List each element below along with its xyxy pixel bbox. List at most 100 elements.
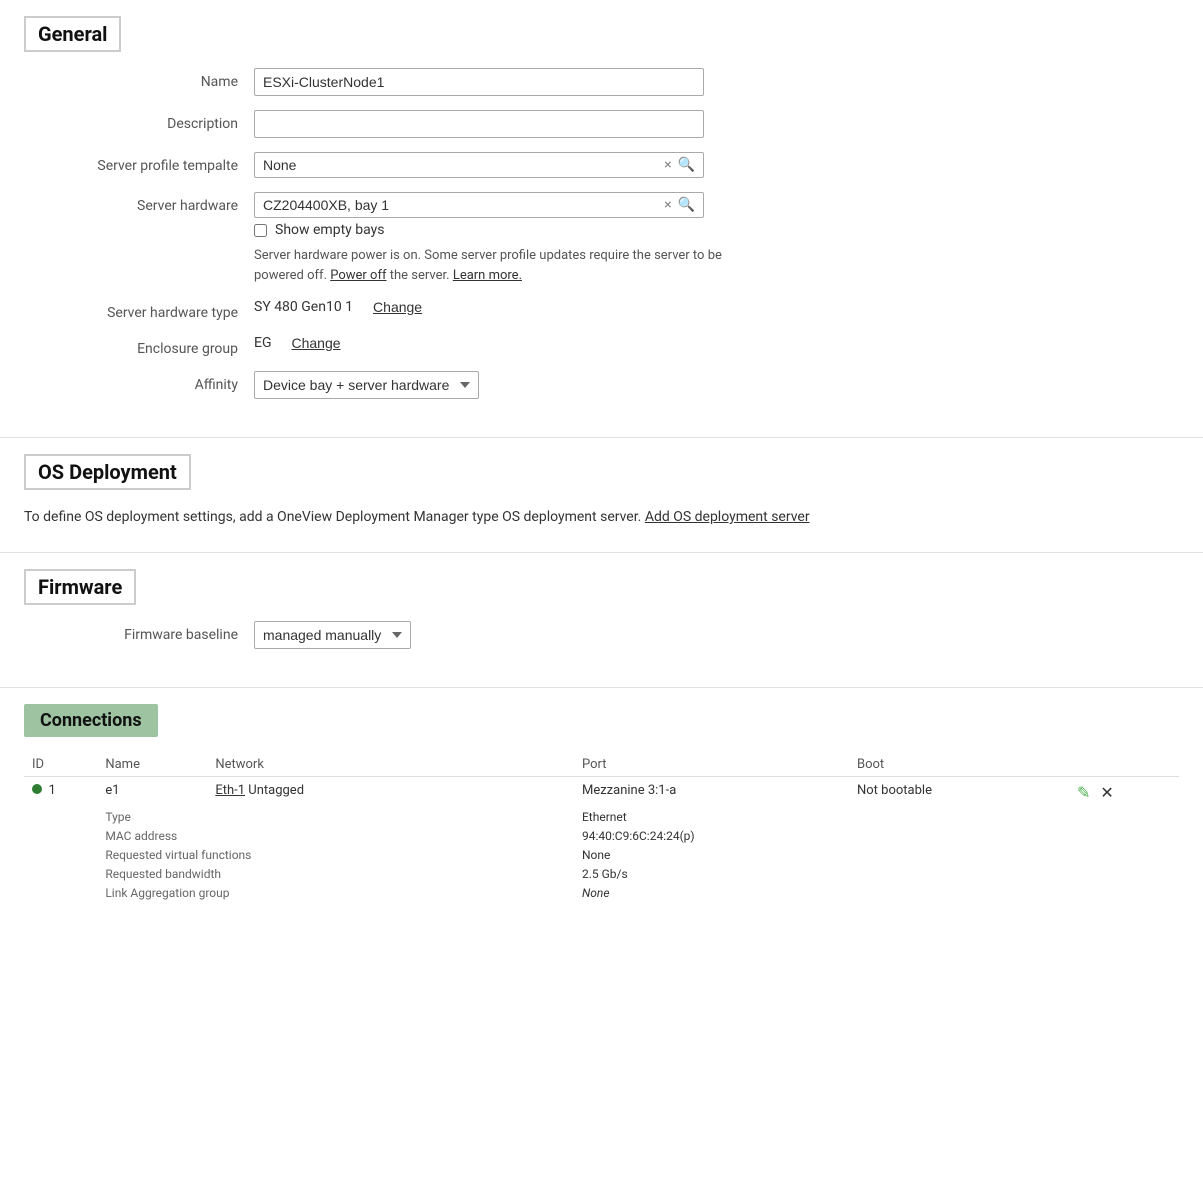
conn-network-link[interactable]: Eth-1 — [215, 783, 245, 798]
server-hardware-search-icon[interactable]: 🔍 — [678, 197, 695, 213]
name-field — [254, 68, 754, 96]
server-profile-template-clear-icon[interactable]: × — [664, 157, 671, 173]
server-hardware-type-row: Server hardware type SY 480 Gen10 1 Chan… — [24, 299, 1179, 321]
name-label: Name — [24, 68, 254, 90]
connections-table: ID Name Network Port Boot 1 e1 Eth-1 — [24, 753, 1179, 903]
enclosure-group-value-row: EG Change — [254, 335, 754, 351]
os-deployment-description: To define OS deployment settings, add a … — [24, 506, 1179, 528]
conn-network-cell: Eth-1 Untagged — [207, 777, 574, 809]
detail-value-bw: 2.5 Gb/s — [582, 867, 628, 881]
server-hardware-clear-icon[interactable]: × — [664, 197, 671, 213]
conn-actions-cell: ✎ ✕ — [1069, 777, 1179, 809]
col-header-boot: Boot — [849, 753, 1069, 777]
os-deployment-section: OS Deployment To define OS deployment se… — [0, 438, 1203, 553]
col-header-actions — [1069, 753, 1179, 777]
name-input[interactable] — [254, 68, 704, 96]
server-profile-template-input[interactable] — [263, 157, 664, 173]
power-off-link[interactable]: Power off — [330, 268, 386, 283]
detail-label-bw: Requested bandwidth — [105, 867, 221, 881]
col-header-network: Network — [207, 753, 574, 777]
conn-detail-row-vf: Requested virtual functions None — [24, 846, 1179, 865]
server-hardware-label: Server hardware — [24, 192, 254, 214]
firmware-section: Firmware Firmware baseline managed manua… — [0, 553, 1203, 688]
server-hardware-type-field: SY 480 Gen10 1 Change — [254, 299, 754, 315]
enclosure-group-change-button[interactable]: Change — [292, 335, 341, 351]
col-header-name: Name — [97, 753, 207, 777]
enclosure-group-row: Enclosure group EG Change — [24, 335, 1179, 357]
conn-name-cell: e1 — [97, 777, 207, 809]
show-empty-bays-label[interactable]: Show empty bays — [275, 222, 384, 238]
detail-value-vf: None — [582, 848, 610, 862]
conn-status-dot — [32, 784, 42, 794]
power-info-the-server: the server. — [390, 268, 450, 283]
detail-label-lag: Link Aggregation group — [105, 886, 229, 900]
connections-section: Connections ID Name Network Port Boot 1 … — [0, 688, 1203, 927]
detail-value-lag: None — [582, 886, 610, 900]
server-hardware-input[interactable] — [263, 197, 664, 213]
conn-delete-icon[interactable]: ✕ — [1100, 783, 1113, 802]
affinity-field: Device bay + server hardware Device bay … — [254, 371, 754, 399]
server-hardware-type-change-button[interactable]: Change — [373, 299, 422, 315]
firmware-header: Firmware — [24, 569, 136, 605]
conn-status-cell: 1 — [24, 777, 97, 809]
hardware-type-row: SY 480 Gen10 1 Change — [254, 299, 754, 315]
server-profile-template-search-icon[interactable]: 🔍 — [678, 157, 695, 173]
name-row: Name — [24, 68, 1179, 96]
server-hardware-field: × 🔍 Show empty bays Server hardware powe… — [254, 192, 754, 285]
conn-name: e1 — [105, 783, 119, 798]
enclosure-group-label: Enclosure group — [24, 335, 254, 357]
show-empty-bays-checkbox[interactable] — [254, 224, 267, 237]
general-section: General Name Description Server profile … — [0, 0, 1203, 438]
conn-detail-row-type: Type Ethernet — [24, 808, 1179, 827]
os-deployment-header: OS Deployment — [24, 454, 191, 490]
affinity-select[interactable]: Device bay + server hardware Device bay … — [254, 371, 479, 399]
server-profile-template-label: Server profile tempalte — [24, 152, 254, 174]
affinity-label: Affinity — [24, 371, 254, 393]
conn-boot-cell: Not bootable — [849, 777, 1069, 809]
firmware-baseline-select[interactable]: managed manually None — [254, 621, 411, 649]
conn-detail-row-lag: Link Aggregation group None — [24, 884, 1179, 903]
conn-port: Mezzanine 3:1-a — [582, 783, 676, 798]
enclosure-group-field: EG Change — [254, 335, 754, 351]
server-profile-template-row: Server profile tempalte × 🔍 — [24, 152, 1179, 178]
firmware-title: Firmware — [38, 575, 122, 599]
enclosure-group-value: EG — [254, 335, 272, 351]
detail-label-mac: MAC address — [105, 829, 177, 843]
server-hardware-type-value: SY 480 Gen10 1 — [254, 299, 353, 315]
power-info-text: Server hardware power is on. Some server… — [254, 246, 754, 285]
detail-value-mac: 94:40:C9:6C:24:24(p) — [582, 829, 695, 843]
description-field — [254, 110, 754, 138]
description-row: Description — [24, 110, 1179, 138]
os-deployment-title: OS Deployment — [38, 460, 177, 484]
conn-port-cell: Mezzanine 3:1-a — [574, 777, 849, 809]
firmware-baseline-field: managed manually None — [254, 621, 754, 649]
general-title: General — [38, 22, 107, 46]
conn-boot: Not bootable — [857, 783, 932, 798]
add-os-deployment-server-link[interactable]: Add OS deployment server — [645, 509, 810, 525]
conn-actions: ✎ ✕ — [1077, 783, 1171, 802]
general-section-header: General — [24, 16, 121, 52]
learn-more-link[interactable]: Learn more. — [453, 268, 522, 283]
server-hardware-row: Server hardware × 🔍 Show empty bays Serv… — [24, 192, 1179, 285]
connections-title: Connections — [40, 710, 142, 731]
detail-value-type: Ethernet — [582, 810, 627, 824]
affinity-row: Affinity Device bay + server hardware De… — [24, 371, 1179, 399]
detail-label-type: Type — [105, 810, 131, 824]
server-profile-template-input-container: × 🔍 — [254, 152, 704, 178]
col-header-id: ID — [24, 753, 97, 777]
server-profile-template-field: × 🔍 — [254, 152, 754, 178]
server-hardware-type-label: Server hardware type — [24, 299, 254, 321]
table-row: 1 e1 Eth-1 Untagged Mezzanine 3:1-a Not … — [24, 777, 1179, 809]
connections-header: Connections — [24, 704, 158, 737]
conn-edit-icon[interactable]: ✎ — [1077, 783, 1090, 802]
show-empty-bays-row: Show empty bays — [254, 222, 754, 238]
detail-label-vf: Requested virtual functions — [105, 848, 251, 862]
firmware-baseline-row: Firmware baseline managed manually None — [24, 621, 1179, 649]
col-header-port: Port — [574, 753, 849, 777]
os-deployment-text: To define OS deployment settings, add a … — [24, 509, 641, 525]
description-input[interactable] — [254, 110, 704, 138]
firmware-baseline-label: Firmware baseline — [24, 621, 254, 643]
server-hardware-input-container: × 🔍 — [254, 192, 704, 218]
conn-detail-row-mac: MAC address 94:40:C9:6C:24:24(p) — [24, 827, 1179, 846]
connections-table-header-row: ID Name Network Port Boot — [24, 753, 1179, 777]
